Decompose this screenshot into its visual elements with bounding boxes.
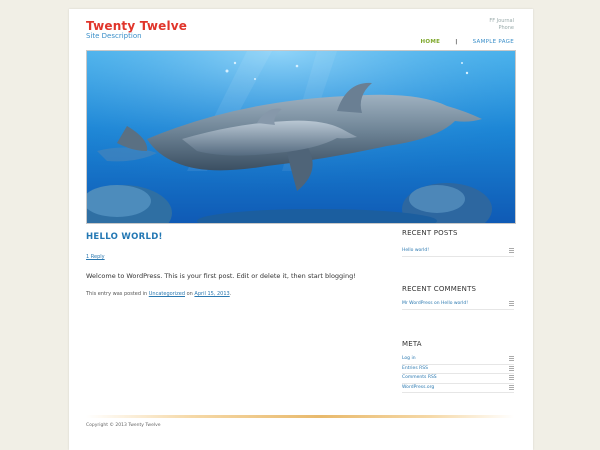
category-link[interactable]: Uncategorized [149, 291, 185, 297]
main-navigation: HOME | SAMPLE PAGE [420, 39, 514, 45]
list-item[interactable]: WordPress.org [402, 384, 514, 393]
entry-meta: This entry was posted in Uncategorized o… [86, 291, 231, 297]
date-link[interactable]: April 15, 2013 [194, 291, 229, 297]
drag-handle-icon [509, 248, 514, 253]
header-links: FF Journal Phone [489, 18, 514, 32]
list-item[interactable]: Log in [402, 355, 514, 365]
post-content: Welcome to WordPress. This is your first… [86, 272, 356, 280]
list-item[interactable]: Entries RSS [402, 365, 514, 374]
reply-link[interactable]: 1 Reply [86, 254, 105, 260]
meta-on: on [186, 291, 193, 297]
site-title[interactable]: Twenty Twelve [86, 19, 187, 33]
post-title[interactable]: HELLO WORLD! [86, 232, 163, 242]
meta-end: . [229, 291, 232, 297]
meta-prefix: This entry was posted in [86, 291, 148, 297]
drag-handle-icon [509, 301, 514, 306]
widget-title-recent-posts: RECENT POSTS [402, 229, 458, 237]
meta-link-wordpress-org[interactable]: WordPress.org [402, 384, 434, 392]
header-link-journal[interactable]: FF Journal [489, 18, 514, 25]
list-item[interactable]: Mr WordPress on Hello world! [402, 300, 514, 310]
nav-separator: | [455, 39, 458, 45]
site-description: Site Description [86, 32, 142, 40]
site-footer: Copyright © 2013 Twenty Twelve [86, 423, 161, 428]
footer-divider [86, 415, 514, 418]
header-image [86, 50, 516, 224]
drag-handle-icon [509, 384, 514, 390]
nav-item-home[interactable]: HOME [420, 39, 440, 45]
list-item[interactable]: Comments RSS [402, 374, 514, 384]
list-item[interactable]: Hello world! [402, 247, 514, 257]
nav-item-sample-page[interactable]: SAMPLE PAGE [473, 39, 514, 45]
page-container: Twenty Twelve Site Description FF Journa… [69, 9, 533, 450]
drag-handle-icon [509, 365, 514, 371]
meta-link-login[interactable]: Log in [402, 355, 416, 363]
recent-post-link[interactable]: Hello world! [402, 247, 429, 255]
meta-link-entries-rss[interactable]: Entries RSS [402, 365, 428, 373]
meta-link-comments-rss[interactable]: Comments RSS [402, 374, 437, 382]
recent-posts-list: Hello world! [402, 247, 514, 257]
meta-list: Log in Entries RSS Comments RSS WordPres… [402, 355, 514, 393]
drag-handle-icon [509, 356, 514, 361]
drag-handle-icon [509, 375, 514, 380]
widget-title-recent-comments: RECENT COMMENTS [402, 285, 477, 293]
recent-comments-list: Mr WordPress on Hello world! [402, 300, 514, 310]
header-link-phone[interactable]: Phone [489, 25, 515, 32]
recent-comment-link[interactable]: Mr WordPress on Hello world! [402, 300, 468, 308]
widget-title-meta: META [402, 340, 422, 348]
dolphins-illustration [87, 51, 515, 223]
